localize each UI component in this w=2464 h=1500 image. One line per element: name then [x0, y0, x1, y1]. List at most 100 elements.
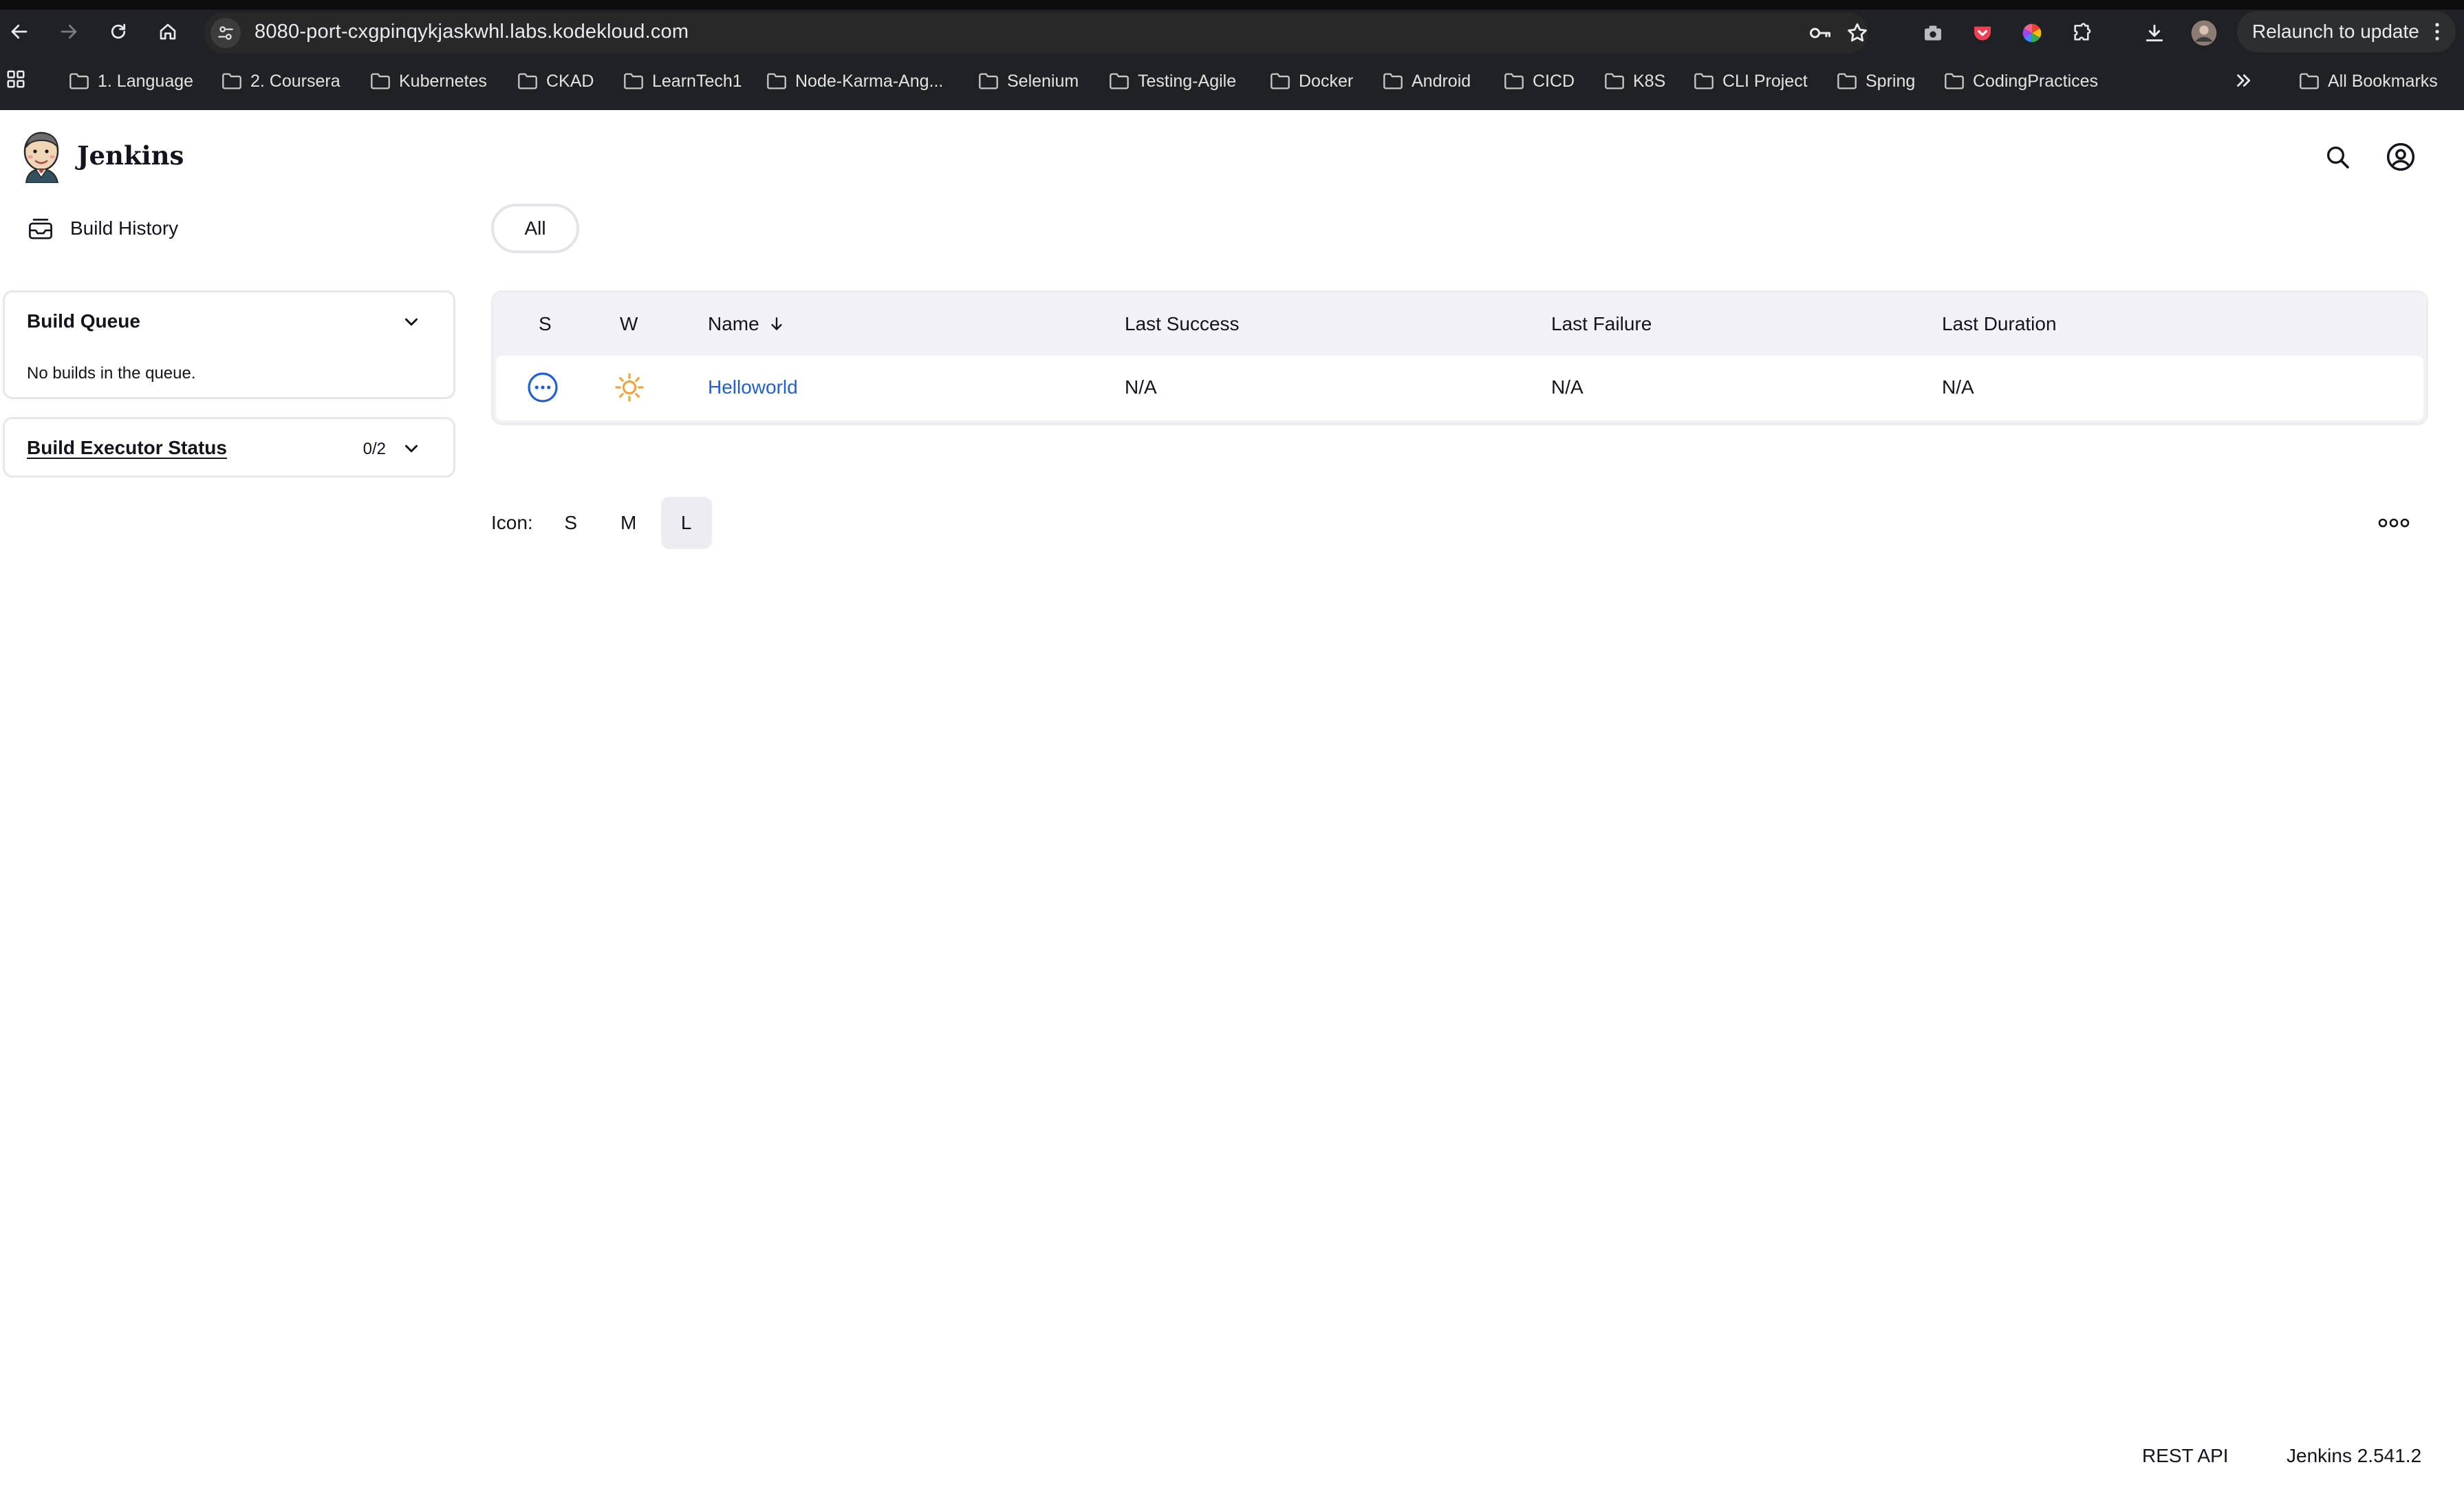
- build-status-button[interactable]: [526, 371, 559, 404]
- forward-button[interactable]: [50, 12, 88, 51]
- bookmark-star-button[interactable]: [1844, 19, 1871, 47]
- extension-camera[interactable]: [1916, 17, 1949, 50]
- arrow-right-icon: [61, 24, 77, 39]
- home-icon: [160, 23, 176, 40]
- chevron-double-right-icon: [2237, 74, 2251, 87]
- relaunch-to-update-button[interactable]: Relaunch to update: [2237, 11, 2456, 52]
- folder-icon: [1945, 73, 1964, 89]
- kebab-menu-icon: [2435, 23, 2439, 41]
- folder-icon: [222, 73, 241, 89]
- column-header-last-duration[interactable]: Last Duration: [1942, 313, 2057, 335]
- tune-icon: [218, 26, 233, 40]
- inbox-history-icon: [29, 217, 52, 239]
- build-queue-toggle[interactable]: [401, 312, 422, 332]
- chevron-down-icon: [405, 318, 418, 326]
- column-header-last-failure[interactable]: Last Failure: [1551, 313, 1652, 335]
- build-history-label: Build History: [70, 217, 179, 239]
- bookmark-item[interactable]: 2. Coursera: [221, 66, 341, 96]
- bookmark-label: LearnTech1: [652, 71, 742, 91]
- back-button[interactable]: [0, 12, 39, 51]
- bookmark-item[interactable]: Spring: [1837, 66, 1915, 96]
- password-key-button[interactable]: [1806, 19, 1834, 47]
- address-bar[interactable]: 8080-port-cxgpinqykjaskwhl.labs.kodeklou…: [204, 12, 1868, 54]
- bookmark-item[interactable]: Selenium: [978, 66, 1079, 96]
- folder-icon: [1837, 73, 1857, 89]
- jenkins-brand-title[interactable]: Jenkins: [77, 140, 184, 171]
- bookmark-label: Kubernetes: [399, 71, 487, 91]
- bookmark-item[interactable]: Node-Karma-Ang...: [766, 66, 943, 96]
- bookmark-label: CICD: [1533, 71, 1575, 91]
- icon-size-m-button[interactable]: M: [603, 497, 654, 549]
- key-icon: [1810, 28, 1830, 39]
- arrow-down-icon: [771, 317, 782, 330]
- table-row: Helloworld N/A N/A N/A: [496, 356, 2423, 420]
- bookmark-item[interactable]: CKAD: [517, 66, 594, 96]
- extension-color[interactable]: [2015, 17, 2049, 50]
- build-queue-title: Build Queue: [27, 310, 140, 332]
- icon-size-m-label: M: [620, 512, 637, 533]
- bookmark-item[interactable]: LearnTech1: [623, 66, 742, 96]
- apps-button[interactable]: [6, 69, 26, 89]
- search-icon: [2327, 147, 2349, 169]
- bookmark-item[interactable]: Kubernetes: [370, 66, 487, 96]
- in-progress-icon: [528, 372, 558, 403]
- bookmark-item[interactable]: 1. Language: [69, 66, 193, 96]
- column-header-name[interactable]: Name: [708, 313, 786, 335]
- avatar-icon: [2191, 20, 2217, 46]
- bookmarks-overflow-button[interactable]: [2233, 70, 2254, 91]
- bookmark-item[interactable]: CLI Project: [1694, 66, 1808, 96]
- column-header-last-success[interactable]: Last Success: [1125, 313, 1240, 335]
- extensions-button[interactable]: [2065, 17, 2098, 50]
- folder-icon: [2300, 73, 2319, 89]
- job-link-helloworld[interactable]: Helloworld: [708, 376, 798, 398]
- color-wheel-icon: [2022, 23, 2042, 43]
- folder-icon: [1271, 73, 1290, 89]
- reload-button[interactable]: [99, 12, 138, 51]
- bookmark-item[interactable]: Testing-Agile: [1109, 66, 1236, 96]
- bookmark-label: CKAD: [546, 71, 594, 91]
- user-account-button[interactable]: [2381, 138, 2420, 176]
- url-text[interactable]: 8080-port-cxgpinqykjaskwhl.labs.kodeklou…: [255, 21, 689, 43]
- search-button[interactable]: [2318, 138, 2357, 176]
- folder-icon: [1110, 73, 1129, 89]
- bookmark-item[interactable]: Docker: [1270, 66, 1353, 96]
- column-header-weather[interactable]: W: [620, 313, 638, 335]
- camera-icon: [1925, 25, 1941, 41]
- bookmark-item[interactable]: Android: [1383, 66, 1471, 96]
- home-button[interactable]: [149, 12, 187, 51]
- extension-pocket[interactable]: [1966, 17, 1999, 50]
- icon-size-s-label: S: [564, 512, 578, 533]
- site-info-button[interactable]: [210, 18, 241, 48]
- tab-all[interactable]: All: [491, 204, 579, 253]
- jenkins-version-link[interactable]: Jenkins 2.541.2: [2287, 1445, 2421, 1467]
- build-executor-status-link[interactable]: Build Executor Status: [27, 437, 227, 459]
- folder-icon: [979, 73, 998, 89]
- icon-size-label: Icon:: [491, 512, 533, 533]
- icon-size-s-button[interactable]: S: [545, 497, 596, 549]
- bookmark-label: K8S: [1633, 71, 1666, 91]
- jenkins-logo[interactable]: [21, 131, 63, 183]
- icon-size-l-label: L: [680, 512, 692, 533]
- all-bookmarks-button[interactable]: All Bookmarks: [2299, 66, 2438, 96]
- icon-size-l-button[interactable]: L: [660, 497, 712, 549]
- folder-icon: [69, 73, 89, 89]
- bookmark-label: 2. Coursera: [250, 71, 341, 91]
- more-actions-button[interactable]: [2372, 504, 2416, 542]
- executor-count: 0/2: [363, 440, 386, 458]
- folder-icon: [371, 73, 390, 89]
- bookmark-item[interactable]: K8S: [1604, 66, 1665, 96]
- bookmark-item[interactable]: CICD: [1504, 66, 1575, 96]
- executor-toggle[interactable]: [401, 438, 422, 459]
- weather-report[interactable]: [613, 371, 646, 404]
- bookmark-label: Spring: [1866, 71, 1916, 91]
- last-failure-value: N/A: [1551, 376, 1584, 398]
- downloads-button[interactable]: [2138, 17, 2171, 50]
- column-header-status[interactable]: S: [539, 313, 552, 335]
- bookmark-item[interactable]: CodingPractices: [1944, 66, 2098, 96]
- profile-avatar-button[interactable]: [2187, 17, 2220, 50]
- browser-toolbar: 8080-port-cxgpinqykjaskwhl.labs.kodeklou…: [0, 10, 2464, 54]
- rest-api-link[interactable]: REST API: [2142, 1445, 2229, 1467]
- build-history-link[interactable]: Build History: [21, 209, 178, 248]
- jenkins-header: Jenkins: [0, 110, 2464, 204]
- browser-chrome: 8080-port-cxgpinqykjaskwhl.labs.kodeklou…: [0, 0, 2464, 110]
